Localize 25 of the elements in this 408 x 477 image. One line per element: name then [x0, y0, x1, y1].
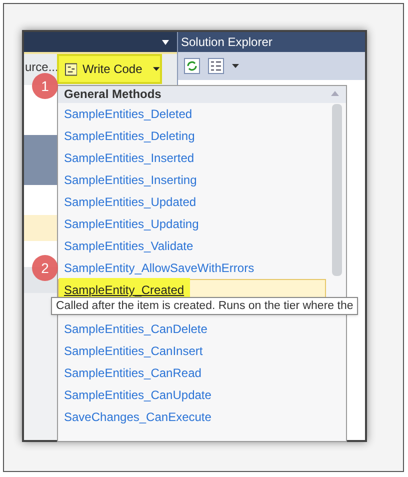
properties-icon[interactable] — [208, 58, 224, 74]
menu-item[interactable]: SampleEntities_Updating — [58, 213, 326, 235]
refresh-icon[interactable] — [184, 58, 200, 74]
menu-item[interactable]: SampleEntities_Deleted — [58, 103, 326, 125]
menu-item[interactable]: SampleEntities_CanInsert — [58, 340, 326, 362]
document-tab[interactable]: urce... — [24, 58, 58, 76]
scrollbar-thumb[interactable] — [332, 104, 342, 276]
menu-item[interactable]: SampleEntities_CanDelete — [58, 318, 326, 340]
menu-item[interactable]: SampleEntities_Updated — [58, 191, 326, 213]
menu-item[interactable]: SampleEntities_Inserted — [58, 147, 326, 169]
code-file-icon — [65, 62, 78, 76]
panel-title: Solution Explorer — [178, 32, 365, 52]
menu-item[interactable]: SampleEntities_CanUpdate — [58, 384, 326, 406]
menu-item[interactable]: SampleEntities_Inserting — [58, 169, 326, 191]
dropdown-arrow-icon[interactable] — [232, 64, 239, 68]
caret-icon — [153, 67, 160, 71]
write-code-button[interactable]: Write Code — [57, 54, 162, 84]
menu-item[interactable]: SampleEntity_AllowSaveWithErrors — [58, 257, 326, 279]
menu-item[interactable]: SaveChanges_CanExecute — [58, 406, 326, 428]
menu-item[interactable]: SampleEntities_Deleting — [58, 125, 326, 147]
menu-item[interactable]: SampleEntities_CanRead — [58, 362, 326, 384]
menu-header: General Methods — [58, 86, 346, 103]
dropdown-arrow-icon[interactable] — [162, 40, 169, 44]
tooltip: Called after the item is created. Runs on the tier where the — [51, 297, 358, 315]
menu-item[interactable]: SampleEntities_Validate — [58, 235, 326, 257]
